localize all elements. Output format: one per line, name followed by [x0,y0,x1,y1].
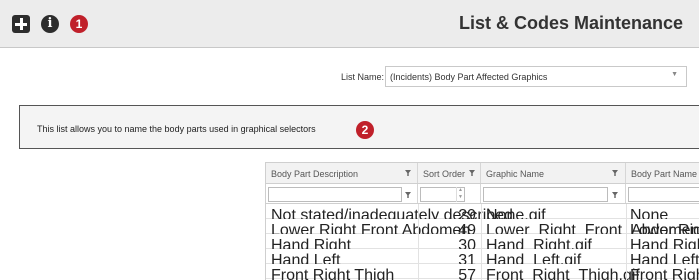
table-row[interactable]: Hand Left 31 Hand_Left.gif Hand Left [266,249,699,269]
column-header-graphic-name[interactable]: Graphic Name [481,163,626,183]
column-header-sort-order[interactable]: Sort Order [418,163,481,183]
table-row[interactable]: Lower Right Front Abdomen 49 Lower_Right… [266,219,699,239]
filter-icon[interactable] [612,170,618,176]
column-header-body-part-name[interactable]: Body Part Name [626,163,699,183]
column-divider [418,204,419,280]
list-name-selected: (Incidents) Body Part Affected Graphics [390,72,548,82]
filter-icon[interactable] [405,170,411,176]
list-description-box: This list allows you to name the body pa… [19,105,699,149]
table-row[interactable]: Front Right Thigh 57 Front_Right_Thigh.g… [266,264,699,280]
filter-icon[interactable] [469,170,475,176]
page-title: List & Codes Maintenance [458,13,683,33]
callout-marker-1: 1 [70,15,88,33]
filter-input-body-part-name[interactable] [628,187,699,202]
column-header-body-part-description[interactable]: Body Part Description [266,163,418,183]
filter-icon[interactable] [405,192,411,198]
filter-input-graphic-name[interactable] [483,187,608,202]
grid-filter-row: ▲ ▼ [266,184,699,204]
grid-header-row: Body Part Description Sort Order Graphic… [266,163,699,184]
table-row[interactable]: Not stated/inadequately described 29 Non… [266,204,699,224]
add-icon[interactable] [12,15,30,33]
table-row[interactable]: Hand Right 30 Hand_Right.gif Hand Right [266,234,699,254]
callout-marker-2: 2 [356,121,374,139]
number-spinner[interactable]: ▲ ▼ [456,187,464,202]
column-divider [481,204,482,280]
list-name-label: List Name: [341,72,385,82]
list-name-select[interactable]: (Incidents) Body Part Affected Graphics … [385,66,687,87]
filter-input-body-part-description[interactable] [268,187,402,202]
chevron-down-icon[interactable]: ▼ [671,71,678,78]
info-icon[interactable]: i [41,15,59,33]
codes-grid: Body Part Description Sort Order Graphic… [265,162,699,280]
column-divider [626,204,627,280]
toolbar: i 1 List & Codes Maintenance [0,0,699,48]
filter-icon[interactable] [612,192,618,198]
list-description-text: This list allows you to name the body pa… [37,124,316,134]
